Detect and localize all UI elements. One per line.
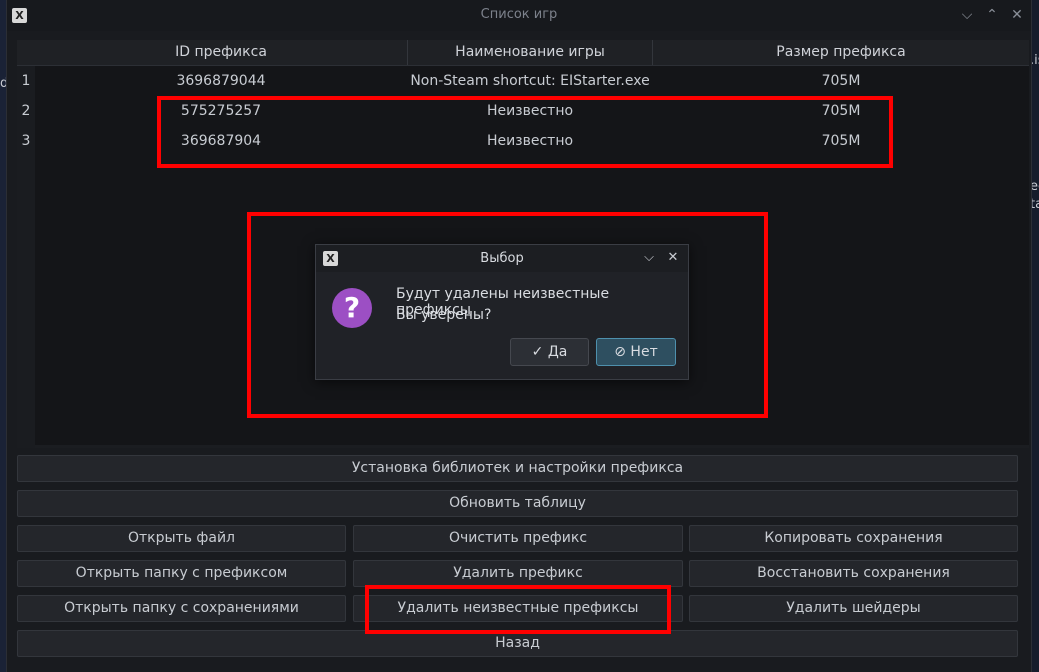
open-saves-folder-button[interactable]: Открыть папку с сохранениями [17,595,346,622]
row-number: 1 [21,73,31,89]
open-prefix-folder-button[interactable]: Открыть папку с префиксом [17,560,346,587]
minimize-icon[interactable]: ⌵ [640,249,658,267]
dialog-titlebar[interactable]: X Выбор ⌵ ✕ [316,245,688,272]
table-header: ID префикса Наименование игры Размер пре… [17,40,1029,66]
refresh-table-button[interactable]: Обновить таблицу [17,490,1018,517]
column-header-size[interactable]: Размер префикса [653,40,1029,65]
table-bottom-edge [35,445,1029,448]
prefix-id-cell: 3696879044 [176,73,266,89]
confirm-dialog: X Выбор ⌵ ✕ ? Будут удалены неизвестные … [315,244,689,380]
question-icon: ? [332,288,372,328]
no-button[interactable]: ⊘ Нет [596,338,676,366]
delete-prefix-button[interactable]: Удалить префикс [353,560,683,587]
window-titlebar[interactable]: X Список игр ⌵ ⌃ ✕ [7,0,1031,31]
dialog-question: Вы уверены? [396,307,492,323]
dialog-title: Выбор [480,251,524,266]
table-row[interactable]: 1 3696879044 Non-Steam shortcut: EIStart… [17,66,1029,96]
delete-shaders-button[interactable]: Удалить шейдеры [689,595,1018,622]
close-icon[interactable]: ✕ [664,249,682,267]
clean-prefix-button[interactable]: Очистить префикс [353,525,683,552]
yes-button[interactable]: ✓ Да [510,338,589,366]
row-number: 3 [21,133,31,149]
restore-saves-button[interactable]: Восстановить сохранения [689,560,1018,587]
prefix-size-cell: 705M [821,73,861,89]
highlight-box-delete-button [365,585,671,634]
highlight-box-unknown-rows [157,96,893,168]
maximize-icon[interactable]: ⌃ [982,5,1002,25]
column-header-name[interactable]: Наименование игры [408,40,652,65]
close-icon[interactable]: ✕ [1007,5,1027,25]
install-libraries-button[interactable]: Установка библиотек и настройки префикса [17,455,1018,482]
window-title: Список игр [480,7,558,22]
row-number: 2 [21,103,31,119]
back-button[interactable]: Назад [17,630,1018,657]
minimize-icon[interactable]: ⌵ [957,5,977,25]
column-header-id[interactable]: ID префикса [35,40,407,65]
copy-saves-button[interactable]: Копировать сохранения [689,525,1018,552]
game-name-cell: Non-Steam shortcut: EIStarter.exe [410,73,650,89]
open-file-button[interactable]: Открыть файл [17,525,346,552]
